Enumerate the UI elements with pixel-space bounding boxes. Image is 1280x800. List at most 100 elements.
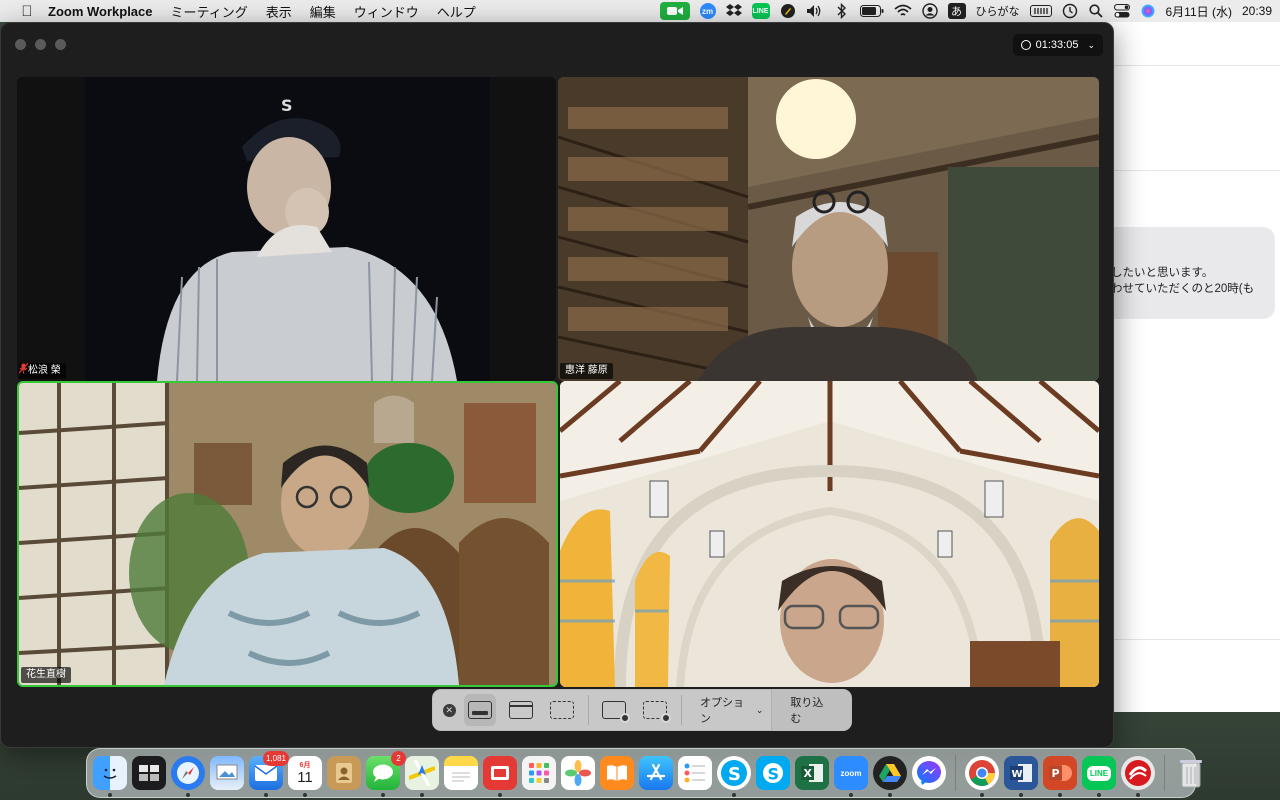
participant-name-tag: 松浪 榮: [19, 363, 66, 379]
record-entire-screen-button[interactable]: [597, 694, 630, 726]
minimize-window-button[interactable]: [35, 39, 46, 50]
powerpoint-icon[interactable]: P: [1043, 756, 1077, 797]
cap-logo: S: [281, 96, 293, 115]
reminders-icon[interactable]: [678, 756, 712, 790]
spotlight-search-icon[interactable]: [1088, 3, 1104, 19]
preview-icon[interactable]: [210, 756, 244, 790]
mail-unread-badge: 1,081: [262, 751, 289, 766]
background-window-header: [1091, 22, 1280, 66]
app-menu-zoom[interactable]: Zoom Workplace: [48, 4, 153, 19]
mail-icon[interactable]: 1,081: [249, 751, 289, 797]
participant-video: [19, 383, 556, 685]
keyboard-status-icon[interactable]: [1029, 5, 1052, 17]
record-selection-button[interactable]: [638, 694, 671, 726]
video-tile[interactable]: S 松浪 榮: [17, 77, 556, 381]
excel-icon[interactable]: X: [795, 756, 829, 790]
word-icon[interactable]: W: [1004, 756, 1038, 797]
close-window-button[interactable]: [15, 39, 26, 50]
menubar-time[interactable]: 20:39: [1242, 4, 1272, 18]
line-icon[interactable]: LINE: [1082, 756, 1116, 797]
pen-status-icon[interactable]: [780, 3, 796, 19]
options-dropdown[interactable]: オプション ⌄: [692, 694, 771, 726]
wifi-icon[interactable]: [893, 3, 912, 19]
zoom-window-button[interactable]: [55, 39, 66, 50]
launchpad-icon[interactable]: [522, 756, 556, 790]
chevron-down-icon: ⌄: [1087, 39, 1095, 50]
participant-video: S: [17, 77, 556, 381]
skype-for-business-icon[interactable]: S: [756, 756, 790, 790]
status-items: zm LINE あ ひらがな 6月11日 (水) 20:39: [659, 0, 1272, 22]
meeting-timer[interactable]: 01:33:05 ⌄: [1012, 34, 1103, 56]
capture-entire-screen-button[interactable]: [463, 694, 497, 726]
dock-separator: [1164, 755, 1165, 791]
zoom-menubar-icon[interactable]: zm: [699, 3, 716, 19]
skype-icon[interactable]: S: [717, 756, 751, 797]
menu-edit[interactable]: 編集: [310, 2, 336, 21]
close-screenshot-toolbar-icon[interactable]: ✕: [443, 703, 456, 717]
dropbox-icon[interactable]: [725, 3, 742, 19]
participant-video: [558, 77, 1099, 381]
video-tile-active-speaker[interactable]: 花生直樹: [17, 381, 558, 687]
trash-icon[interactable]: [1174, 756, 1208, 790]
record-selection-icon: [642, 701, 671, 723]
maps-icon[interactable]: [405, 756, 439, 797]
bluetooth-icon[interactable]: [834, 3, 850, 19]
svg-text:X: X: [804, 767, 813, 780]
notes-icon[interactable]: [444, 756, 478, 790]
meeting-timer-value: 01:33:05: [1035, 39, 1079, 51]
app-store-icon[interactable]: [639, 756, 673, 790]
user-account-icon[interactable]: [921, 3, 938, 19]
capture-window-button[interactable]: [504, 694, 537, 726]
chevron-down-icon: ⌄: [755, 704, 764, 715]
menu-window[interactable]: ウィンドウ: [354, 2, 419, 21]
control-center-icon[interactable]: [1113, 3, 1130, 19]
input-method-label[interactable]: ひらがな: [976, 3, 1020, 19]
menu-meeting[interactable]: ミーティング: [171, 2, 248, 21]
contacts-icon[interactable]: [327, 756, 361, 790]
background-messages-window: したいと思います。 わせていただくのと20時(も: [1090, 22, 1280, 712]
volume-icon[interactable]: [806, 3, 824, 19]
google-drive-icon[interactable]: [873, 756, 907, 797]
menubar-date[interactable]: 6月11日 (水): [1166, 3, 1232, 20]
participant-name-tag: 惠洋 藤原: [560, 363, 613, 379]
dock-separator: [955, 755, 956, 791]
chrome-icon[interactable]: [965, 756, 999, 797]
zoom-meeting-window: 01:33:05 ⌄ S 松浪 榮 惠洋 藤原 花生直樹 ✕ オプション ⌄ 取…: [0, 22, 1114, 748]
menu-view[interactable]: 表示: [266, 2, 292, 21]
window-icon: [508, 701, 533, 719]
photos-icon[interactable]: [561, 756, 595, 790]
zoom-icon[interactable]: zoom: [834, 756, 868, 797]
capture-button[interactable]: 取り込む: [771, 689, 851, 731]
flashcard-app-icon[interactable]: [483, 756, 517, 797]
record-screen-icon: [601, 701, 630, 723]
mission-control-icon[interactable]: [132, 756, 166, 790]
antivirus-icon[interactable]: [1121, 756, 1155, 797]
message-text-line: したいと思います。: [1111, 267, 1214, 279]
calendar-icon[interactable]: 6月 11: [288, 756, 322, 797]
divider: [1091, 639, 1280, 640]
input-method-icon[interactable]: あ: [947, 3, 966, 19]
finder-icon[interactable]: [93, 756, 127, 797]
participant-video: [560, 381, 1099, 687]
capture-selection-button[interactable]: [545, 694, 578, 726]
screenshot-toolbar: ✕ オプション ⌄ 取り込む: [432, 689, 852, 731]
participant-name: 花生直樹: [26, 669, 66, 680]
line-menubar-icon[interactable]: LINE: [751, 3, 770, 19]
calendar-day: 11: [297, 768, 313, 786]
menu-help[interactable]: ヘルプ: [437, 2, 476, 21]
zoom-video-status-icon[interactable]: [659, 2, 690, 20]
safari-icon[interactable]: [171, 756, 205, 797]
time-machine-icon[interactable]: [1062, 3, 1078, 19]
apple-menu-icon[interactable]: : [18, 3, 36, 20]
participant-name: 惠洋 藤原: [565, 365, 608, 376]
battery-icon[interactable]: [859, 3, 884, 19]
toolbar-divider: [681, 695, 682, 725]
video-tile[interactable]: 惠洋 藤原: [558, 77, 1099, 381]
siri-icon[interactable]: [1140, 3, 1156, 19]
messages-icon[interactable]: 2: [366, 751, 406, 797]
messenger-icon[interactable]: [912, 756, 946, 790]
participant-name-tag: 花生直樹: [21, 667, 71, 683]
options-label: オプション: [699, 697, 744, 725]
books-icon[interactable]: [600, 756, 634, 790]
video-tile[interactable]: [560, 381, 1099, 687]
